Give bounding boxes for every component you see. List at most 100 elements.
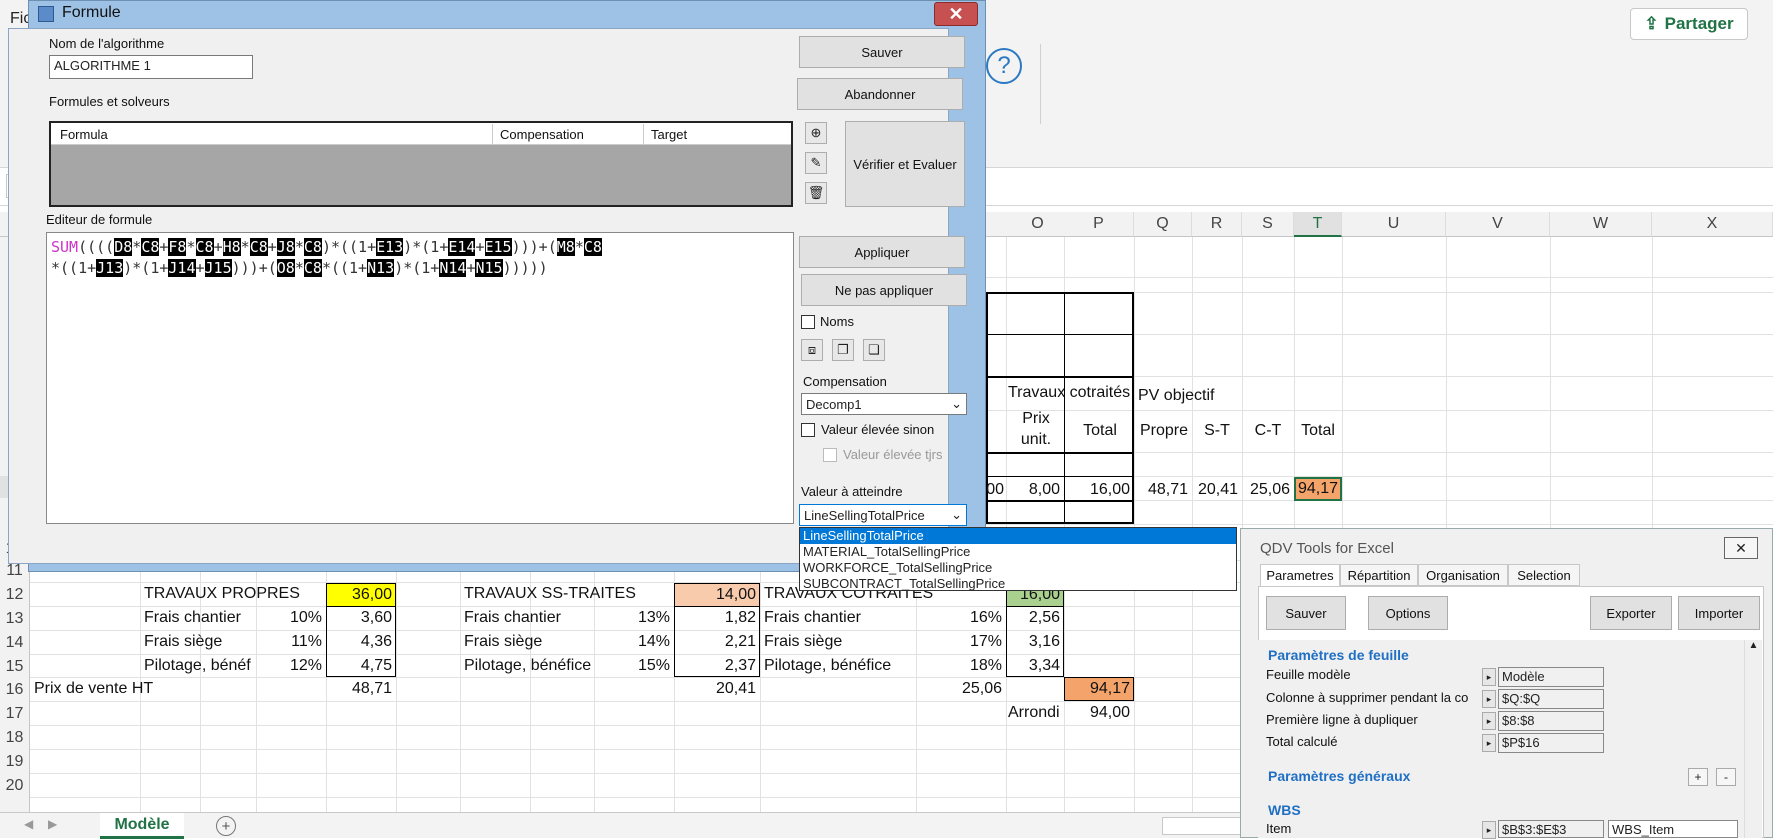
plus-icon[interactable]: + <box>1688 768 1708 786</box>
share-button[interactable]: ⇪ Partager <box>1630 8 1748 40</box>
algo-name-input[interactable]: ALGORITHME 1 <box>49 55 253 79</box>
row-header-13[interactable]: 13 <box>0 606 30 628</box>
cell-sv15[interactable]: 2,37 <box>674 655 756 677</box>
cell-propre-header[interactable]: Propre <box>1138 420 1190 442</box>
col-header-Q[interactable]: Q <box>1134 212 1192 237</box>
col-header-W[interactable]: W <box>1550 212 1652 237</box>
cell-pilotage-s[interactable]: Pilotage, bénéfice <box>464 655 591 677</box>
col-header-U[interactable]: U <box>1342 212 1446 237</box>
tab-selection[interactable]: Selection <box>1508 564 1580 586</box>
col-header-X[interactable]: X <box>1652 212 1773 237</box>
target-option[interactable]: LineSellingTotalPrice <box>800 528 1236 544</box>
qdv-export-button[interactable]: Exporter <box>1590 596 1672 630</box>
qdv-options-button[interactable]: Options <box>1368 596 1448 630</box>
copy-blue-icon[interactable]: ❐ <box>832 339 854 361</box>
cell-p14[interactable]: 11% <box>256 631 322 653</box>
cell-travaux-propres[interactable]: TRAVAUX PROPRES <box>144 583 300 605</box>
minus-icon[interactable]: - <box>1716 768 1736 786</box>
valeur-sinon-checkbox[interactable] <box>801 423 815 437</box>
help-icon[interactable]: ? <box>986 48 1022 84</box>
row-header-14[interactable]: 14 <box>0 630 30 652</box>
close-icon[interactable]: ✕ <box>934 2 978 26</box>
wbs-item-value[interactable]: $B$3:$E$3 <box>1498 820 1604 838</box>
cell-frais-chantier-p[interactable]: Frais chantier <box>144 607 241 629</box>
target-option[interactable]: MATERIAL_TotalSellingPrice <box>800 544 1236 560</box>
cell-pilotage-c[interactable]: Pilotage, bénéfice <box>764 655 891 677</box>
cell-prix-vente[interactable]: Prix de vente HT <box>34 678 153 700</box>
cell-pilotage-p[interactable]: Pilotage, bénéf <box>144 655 251 677</box>
cell-frais-chantier-s[interactable]: Frais chantier <box>464 607 561 629</box>
tab-organisation[interactable]: Organisation <box>1418 564 1508 586</box>
chevron-right-icon[interactable]: ▸ <box>1482 821 1496 839</box>
no-apply-button[interactable]: Ne pas appliquer <box>801 274 967 306</box>
cell-v15[interactable]: 4,75 <box>326 655 392 677</box>
row-header-17[interactable]: 17 <box>0 701 30 723</box>
tab-repartition[interactable]: Répartition <box>1340 564 1418 586</box>
sheet-tab-modele[interactable]: Modèle <box>100 813 184 839</box>
cell-c15[interactable]: 18% <box>916 655 1002 677</box>
param-value[interactable]: $P$16 <box>1498 733 1604 753</box>
horizontal-scrollbar[interactable] <box>1162 817 1242 835</box>
cell-t8-selected[interactable]: 94,17 <box>1294 477 1342 501</box>
cell-p15[interactable]: 12% <box>256 655 322 677</box>
row-header-18[interactable]: 18 <box>0 725 30 747</box>
cell-r8[interactable]: 20,41 <box>1192 479 1238 501</box>
cell-s8[interactable]: 25,06 <box>1242 479 1290 501</box>
cell-q8[interactable]: 48,71 <box>1134 479 1188 501</box>
target-option[interactable]: WORKFORCE_TotalSellingPrice <box>800 560 1236 576</box>
header-target[interactable]: Target <box>651 127 687 142</box>
chevron-right-icon[interactable]: ▸ <box>1482 668 1496 686</box>
cell-frais-siege-c[interactable]: Frais siège <box>764 631 842 653</box>
col-header-T[interactable]: T <box>1294 212 1342 237</box>
param-value[interactable]: $Q:$Q <box>1498 689 1604 709</box>
cell-ts-total[interactable]: 14,00 <box>674 583 760 607</box>
cell-frais-chantier-c[interactable]: Frais chantier <box>764 607 861 629</box>
col-header-S[interactable]: S <box>1242 212 1294 237</box>
cell-sv13[interactable]: 1,82 <box>674 607 756 629</box>
scroll-right-icon[interactable]: ▶ <box>48 817 57 831</box>
cell-frais-siege-s[interactable]: Frais siège <box>464 631 542 653</box>
cell-sv14[interactable]: 2,21 <box>674 631 756 653</box>
chevron-right-icon[interactable]: ▸ <box>1482 734 1496 752</box>
cell-cv14[interactable]: 3,16 <box>1006 631 1060 653</box>
valeur-tjrs-checkbox[interactable] <box>823 448 837 462</box>
section-wbs[interactable]: WBS <box>1268 802 1301 818</box>
cell-arrondi[interactable]: Arrondi <box>1008 702 1060 724</box>
section-feuille[interactable]: Paramètres de feuille <box>1268 647 1409 663</box>
cell-pv-c[interactable]: 25,06 <box>916 678 1002 700</box>
col-header-R[interactable]: R <box>1192 212 1242 237</box>
cell-pv-s[interactable]: 20,41 <box>674 678 756 700</box>
tab-parametres[interactable]: Parametres <box>1260 564 1340 586</box>
row-header-15[interactable]: 15 <box>0 654 30 676</box>
header-formula[interactable]: Formula <box>60 127 108 142</box>
abandon-button[interactable]: Abandonner <box>797 78 963 110</box>
cell-v14[interactable]: 4,36 <box>326 631 392 653</box>
formula-editor[interactable]: SUM((((D8*C8+F8*C8+H8*C8+J8*C8)*((1+E13)… <box>46 232 794 524</box>
close-icon[interactable]: ✕ <box>1724 537 1758 559</box>
params-scrollbar[interactable]: ▲ <box>1744 640 1762 838</box>
verify-button[interactable]: Vérifier et Evaluer <box>845 121 965 207</box>
cell-tp-total[interactable]: 36,00 <box>326 583 396 607</box>
cell-c14[interactable]: 17% <box>916 631 1002 653</box>
cell-s15[interactable]: 15% <box>594 655 670 677</box>
edit-pen-icon[interactable]: ✎ <box>805 152 827 174</box>
row-header-20[interactable]: 20 <box>0 773 30 795</box>
cell-arrondi-value[interactable]: 94,00 <box>1064 702 1130 724</box>
cell-pv-p[interactable]: 48,71 <box>326 678 392 700</box>
cell-cv13[interactable]: 2,56 <box>1006 607 1060 629</box>
chevron-right-icon[interactable]: ▸ <box>1482 690 1496 708</box>
target-option[interactable]: SUBCONTRACT_TotalSellingPrice <box>800 576 1236 592</box>
col-header-V[interactable]: V <box>1446 212 1550 237</box>
cell-prix-unit[interactable]: Prix unit. <box>1016 408 1056 450</box>
cell-pv-objectif[interactable]: PV objectif <box>1138 385 1214 407</box>
header-compensation[interactable]: Compensation <box>500 127 584 142</box>
select-cells-icon[interactable]: ⧈ <box>801 339 823 361</box>
col-header-O[interactable]: O <box>1006 212 1070 237</box>
qdv-save-button[interactable]: Sauver <box>1266 596 1346 630</box>
trash-icon[interactable]: 🗑 <box>805 182 827 204</box>
save-button[interactable]: Sauver <box>799 36 965 68</box>
row-header-19[interactable]: 19 <box>0 749 30 771</box>
cell-p13[interactable]: 10% <box>256 607 322 629</box>
param-value[interactable]: $8:$8 <box>1498 711 1604 731</box>
param-value[interactable]: Modèle <box>1498 667 1604 687</box>
